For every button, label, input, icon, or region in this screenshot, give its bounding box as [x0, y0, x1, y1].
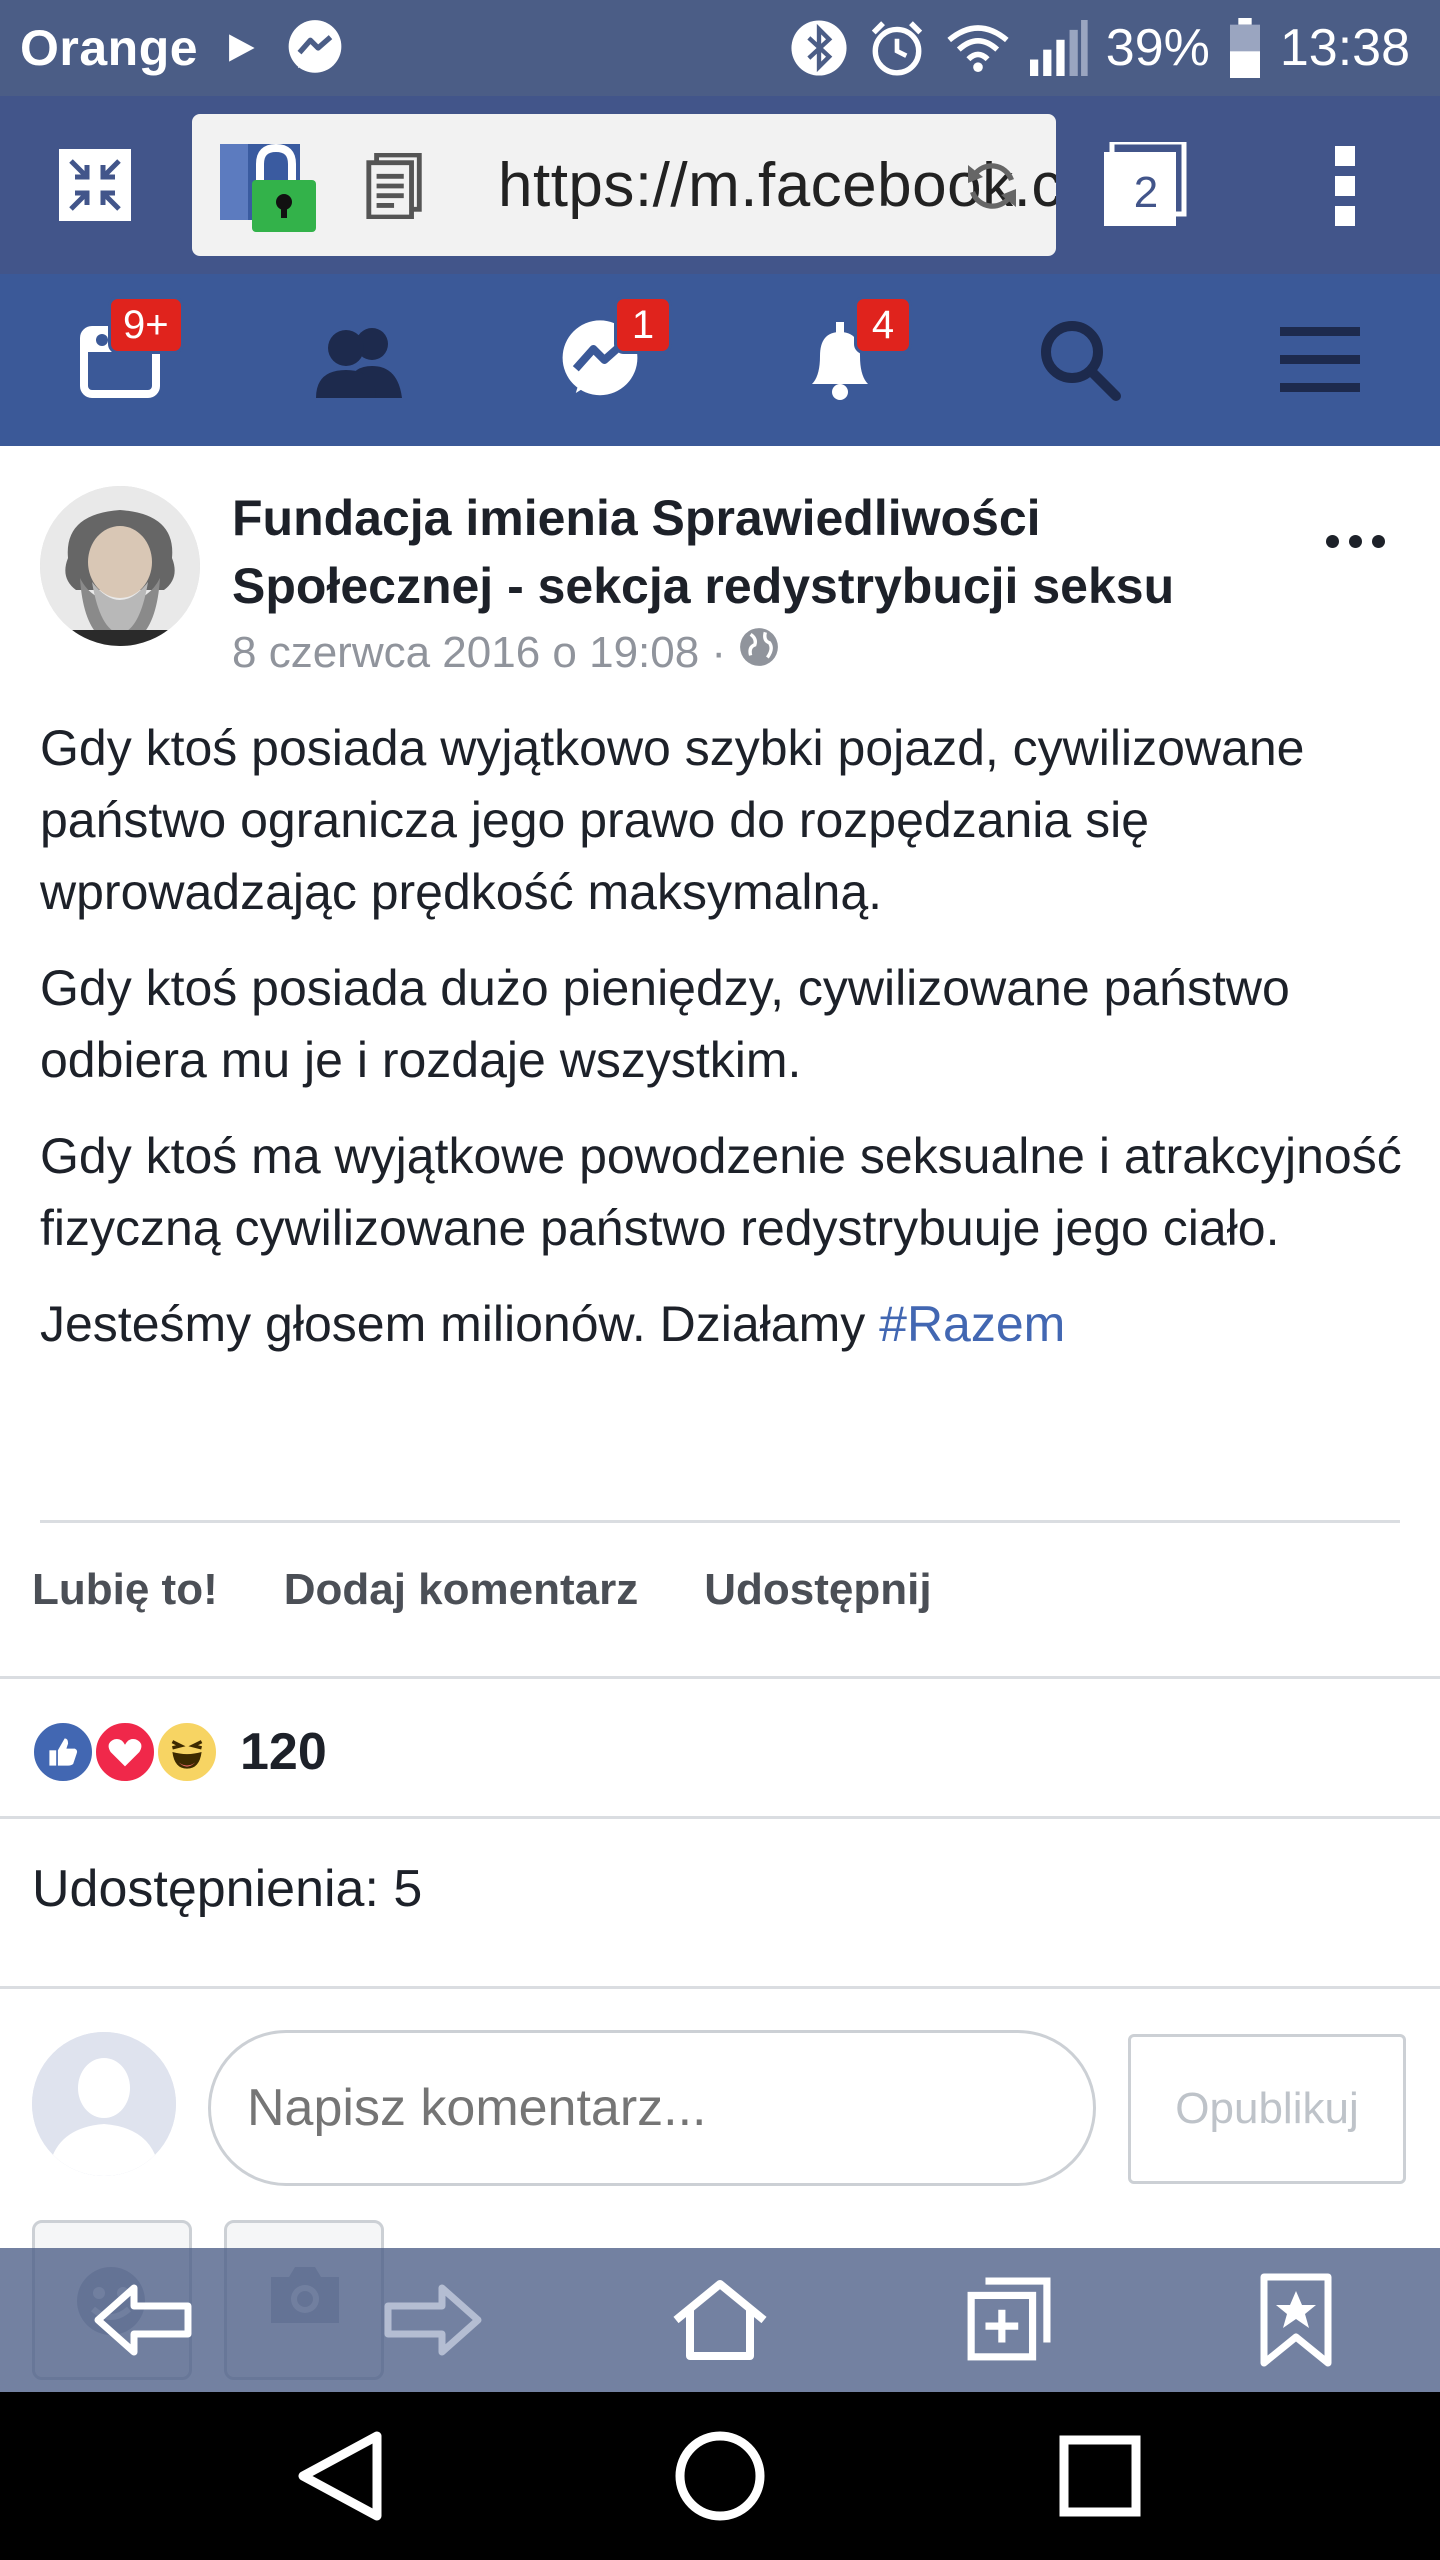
- menu-dots-icon[interactable]: [1300, 136, 1390, 236]
- android-back-icon[interactable]: [250, 2392, 430, 2560]
- shares-count[interactable]: Udostępnienia: 5: [32, 1819, 422, 1959]
- post-actions: Lubię to! Dodaj komentarz Udostępnij: [32, 1540, 998, 1640]
- friends-icon[interactable]: [300, 274, 420, 446]
- like-button[interactable]: Lubię to!: [32, 1565, 218, 1615]
- comment-input[interactable]: [208, 2030, 1096, 2186]
- facebook-nav-bar: 9+ 1 4: [0, 274, 1440, 446]
- bluetooth-icon: [790, 19, 848, 77]
- home-icon[interactable]: [650, 2248, 790, 2392]
- page-name[interactable]: Fundacja imienia Sprawiedliwości Społecz…: [232, 484, 1282, 620]
- carrier-name: Orange: [20, 20, 199, 76]
- address-bar[interactable]: https://m.facebook.com: [192, 114, 1056, 256]
- new-tab-icon[interactable]: [938, 2248, 1078, 2392]
- haha-reaction-icon: [154, 1719, 220, 1785]
- search-icon[interactable]: [1020, 274, 1140, 446]
- android-recents-icon[interactable]: [1010, 2392, 1190, 2560]
- user-avatar: [32, 2032, 176, 2176]
- share-button[interactable]: Udostępnij: [704, 1565, 931, 1615]
- reaction-count: 120: [240, 1723, 327, 1781]
- clock: 13:38: [1279, 19, 1410, 77]
- android-home-icon[interactable]: [630, 2392, 810, 2560]
- play-icon: [224, 31, 258, 65]
- forward-arrow-icon[interactable]: [362, 2248, 502, 2392]
- alarm-icon: [866, 17, 928, 79]
- shrink-icon[interactable]: [50, 140, 140, 230]
- like-reaction-icon: [30, 1719, 96, 1785]
- messages-badge: 1: [614, 296, 672, 354]
- back-arrow-icon[interactable]: [74, 2248, 214, 2392]
- android-nav-bar: [0, 2392, 1440, 2560]
- tab-count: 2: [1133, 168, 1159, 217]
- battery-percent: 39%: [1105, 19, 1210, 77]
- page-avatar[interactable]: [40, 486, 200, 646]
- bookmark-icon[interactable]: [1226, 2248, 1366, 2392]
- post-last-line: Jesteśmy głosem milionów. Działamy: [40, 1296, 880, 1352]
- love-reaction-icon: [92, 1719, 158, 1785]
- post-paragraph: Gdy ktoś posiada dużo pieniędzy, cywiliz…: [40, 960, 1290, 1088]
- browser-toolbar: https://m.facebook.com 2: [0, 96, 1440, 274]
- browser-bottom-toolbar: [0, 2248, 1440, 2392]
- notifications-badge: 4: [854, 296, 912, 354]
- hashtag-link[interactable]: #Razem: [879, 1296, 1065, 1352]
- post-paragraph: Gdy ktoś ma wyjątkowe powodzenie seksual…: [40, 1128, 1402, 1256]
- post-paragraph: Jesteśmy głosem milionów. Działamy #Raze…: [40, 1288, 1420, 1360]
- globe-icon: [738, 626, 780, 679]
- divider: [0, 1676, 1440, 1679]
- status-bar: Orange 39% 13:38: [0, 0, 1440, 96]
- battery-icon: [1228, 18, 1262, 78]
- post-meta: 8 czerwca 2016 o 19:08 ·: [232, 626, 780, 679]
- tabs-icon[interactable]: 2: [1100, 142, 1200, 232]
- post-body: Gdy ktoś posiada wyjątkowo szybki pojazd…: [40, 712, 1420, 1384]
- divider: [0, 1986, 1440, 1989]
- wifi-icon: [946, 22, 1010, 74]
- post-options-icon[interactable]: [1310, 516, 1400, 566]
- divider: [40, 1520, 1400, 1523]
- comment-button[interactable]: Dodaj komentarz: [284, 1565, 639, 1615]
- reload-icon[interactable]: [954, 148, 1030, 224]
- reactions-summary[interactable]: 120: [30, 1682, 327, 1822]
- reader-icon[interactable]: [360, 150, 432, 222]
- messenger-icon: [284, 17, 346, 79]
- signal-icon: [1028, 20, 1088, 76]
- post-timestamp[interactable]: 8 czerwca 2016 o 19:08 ·: [232, 628, 726, 678]
- lock-icon[interactable]: [220, 132, 316, 236]
- publish-button[interactable]: Opublikuj: [1128, 2034, 1406, 2184]
- post-paragraph: Gdy ktoś posiada wyjątkowo szybki pojazd…: [40, 720, 1305, 920]
- hamburger-icon[interactable]: [1260, 274, 1380, 446]
- news-feed-badge: 9+: [108, 296, 184, 354]
